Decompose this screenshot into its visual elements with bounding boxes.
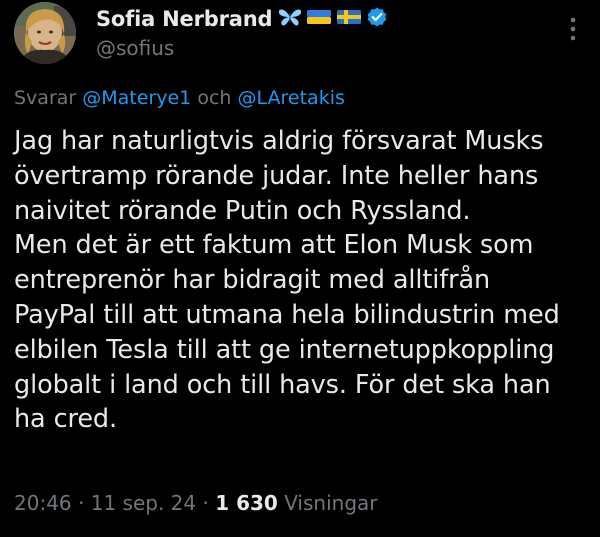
tweet-meta: 20:46 · 11 sep. 24 · 1 630 Visningar bbox=[14, 491, 378, 515]
reply-conjunction: och bbox=[197, 87, 232, 109]
reply-context: Svarar @Materye1 och @LAretakis bbox=[14, 87, 345, 109]
tweet-text-line: elbilen Tesla till att ge internetuppkop… bbox=[14, 334, 555, 365]
author-header: Sofia Nerbrand @sofius bbox=[96, 4, 388, 60]
tweet-text-line: entreprenör har bidragit med alltifrån bbox=[14, 265, 491, 296]
display-name[interactable]: Sofia Nerbrand bbox=[96, 7, 272, 31]
tweet-text-line: globalt i land och till havs. För det sk… bbox=[14, 369, 551, 400]
meta-separator: · bbox=[78, 491, 85, 515]
tweet-text-line: naivitet rörande Putin och Ryssland. bbox=[14, 195, 471, 226]
tweet: Sofia Nerbrand @sofius Svarar @Materye1 … bbox=[0, 0, 600, 537]
tweet-text-line: PayPal till att utmana hela bilindustrin… bbox=[14, 299, 560, 330]
name-row: Sofia Nerbrand bbox=[96, 4, 388, 34]
avatar-image bbox=[14, 2, 76, 64]
mention-link[interactable]: @Materye1 bbox=[82, 87, 191, 109]
ukraine-flag-icon bbox=[306, 7, 332, 31]
tweet-text-line: Men det är ett faktum att Elon Musk som bbox=[14, 230, 534, 261]
tweet-text-line: övertramp rörande judar. Inte heller han… bbox=[14, 160, 539, 191]
tweet-date[interactable]: 11 sep. 24 bbox=[91, 491, 196, 515]
views-label: Visningar bbox=[284, 491, 378, 515]
mention-link[interactable]: @LAretakis bbox=[238, 87, 345, 109]
tweet-text-line: ha cred. bbox=[14, 404, 118, 435]
meta-separator: · bbox=[202, 491, 209, 515]
tweet-text-line: Jag har naturligtvis aldrig försvarat Mu… bbox=[14, 126, 544, 156]
user-handle[interactable]: @sofius bbox=[96, 36, 388, 60]
avatar[interactable] bbox=[14, 2, 76, 64]
views-count: 1 630 bbox=[215, 491, 278, 515]
more-options-icon[interactable] bbox=[568, 16, 578, 42]
reply-prefix: Svarar bbox=[14, 87, 77, 109]
sweden-flag-icon bbox=[336, 7, 362, 31]
verified-badge-icon bbox=[366, 6, 388, 32]
tweet-text: Jag har naturligtvis aldrig försvarat Mu… bbox=[14, 124, 594, 437]
tweet-time[interactable]: 20:46 bbox=[14, 491, 72, 515]
butterfly-icon bbox=[278, 7, 302, 31]
